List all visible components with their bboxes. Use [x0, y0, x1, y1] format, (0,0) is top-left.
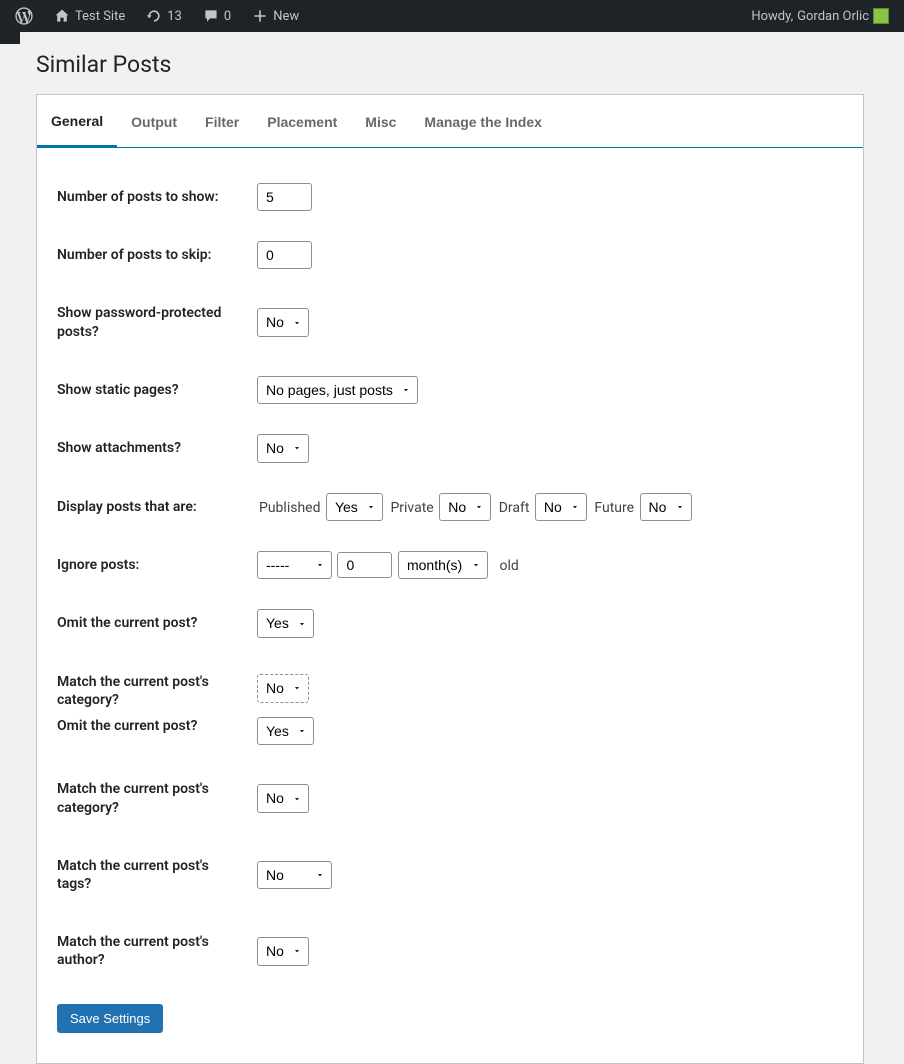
select-ignore-compare[interactable]: ----- [257, 551, 332, 579]
my-account[interactable]: Howdy, Gordan Orlic [744, 8, 896, 24]
page-wrap: Similar Posts General Output Filter Plac… [36, 42, 884, 1064]
display-status-group: Published Yes Private No Draft No Future… [247, 478, 853, 536]
wp-logo[interactable] [8, 7, 40, 25]
label-omit-current-2: Omit the current post? [47, 713, 247, 760]
select-ignore-unit[interactable]: month(s) [398, 551, 488, 579]
ignore-group: ----- month(s) old [247, 536, 853, 594]
tab-filter[interactable]: Filter [191, 95, 253, 147]
select-show-static[interactable]: No pages, just posts [257, 376, 418, 404]
tab-misc[interactable]: Misc [351, 95, 410, 147]
settings-card: General Output Filter Placement Misc Man… [36, 94, 864, 1064]
select-draft[interactable]: No [535, 493, 587, 521]
admin-bar-right: Howdy, Gordan Orlic [744, 8, 896, 24]
ignore-suffix: old [499, 558, 518, 574]
tab-bar: General Output Filter Placement Misc Man… [37, 95, 863, 148]
admin-bar: Test Site 13 0 New Howdy, Gordan Orlic [0, 0, 904, 32]
select-match-author[interactable]: No [257, 937, 309, 965]
plus-icon [251, 7, 269, 25]
tab-placement[interactable]: Placement [253, 95, 351, 147]
label-draft: Draft [499, 500, 530, 516]
select-future[interactable]: No [640, 493, 692, 521]
page-title: Similar Posts [36, 42, 864, 82]
label-num-show: Number of posts to show: [47, 168, 247, 226]
label-private: Private [390, 500, 433, 516]
select-match-tags[interactable]: No [257, 861, 332, 889]
site-name: Test Site [75, 9, 125, 24]
select-omit-current-2[interactable]: Yes [257, 717, 314, 745]
home-icon [53, 7, 71, 25]
select-show-attach[interactable]: No [257, 434, 309, 462]
label-match-tags: Match the current post's tags? [47, 837, 247, 913]
label-future: Future [594, 500, 634, 516]
input-ignore-amount[interactable] [337, 552, 392, 578]
select-omit-current-1[interactable]: Yes [257, 609, 314, 637]
label-match-cat-1: Match the current post's category? [47, 653, 247, 713]
form-area: Number of posts to show: Number of posts… [37, 148, 863, 1063]
tab-manage-index[interactable]: Manage the Index [410, 95, 555, 147]
tab-general[interactable]: General [37, 95, 117, 148]
update-icon [145, 7, 163, 25]
select-published[interactable]: Yes [326, 493, 383, 521]
label-ignore: Ignore posts: [47, 536, 247, 594]
select-show-pw[interactable]: No [257, 308, 309, 336]
admin-bar-left: Test Site 13 0 New [8, 7, 744, 25]
avatar [873, 8, 889, 24]
label-display-status: Display posts that are: [47, 478, 247, 536]
site-name-link[interactable]: Test Site [46, 7, 132, 25]
label-match-author: Match the current post's author? [47, 913, 247, 989]
select-match-cat-1[interactable]: No [257, 674, 309, 702]
input-num-skip[interactable] [257, 241, 312, 269]
updates-count: 13 [167, 9, 182, 24]
updates-link[interactable]: 13 [138, 7, 189, 25]
wordpress-logo-icon [15, 7, 33, 25]
save-settings-button[interactable]: Save Settings [57, 1004, 163, 1033]
label-show-static: Show static pages? [47, 361, 247, 419]
input-num-show[interactable] [257, 183, 312, 211]
new-label: New [273, 9, 299, 24]
comments-count: 0 [224, 9, 231, 24]
user-display-name: Gordan Orlic [797, 9, 869, 24]
settings-table: Number of posts to show: Number of posts… [47, 168, 853, 990]
label-match-cat-2: Match the current post's category? [47, 760, 247, 836]
admin-menu-collapsed[interactable] [0, 32, 20, 44]
howdy-text: Howdy, [751, 9, 793, 24]
comments-link[interactable]: 0 [195, 7, 238, 25]
label-show-attach: Show attachments? [47, 419, 247, 477]
label-show-pw: Show password-protected posts? [47, 284, 247, 360]
select-match-cat-2[interactable]: No [257, 784, 309, 812]
label-omit-current-1: Omit the current post? [47, 594, 247, 652]
new-content-link[interactable]: New [244, 7, 306, 25]
label-published: Published [259, 500, 320, 516]
select-private[interactable]: No [439, 493, 491, 521]
tab-output[interactable]: Output [117, 95, 191, 147]
label-num-skip: Number of posts to skip: [47, 226, 247, 284]
comments-icon [202, 7, 220, 25]
